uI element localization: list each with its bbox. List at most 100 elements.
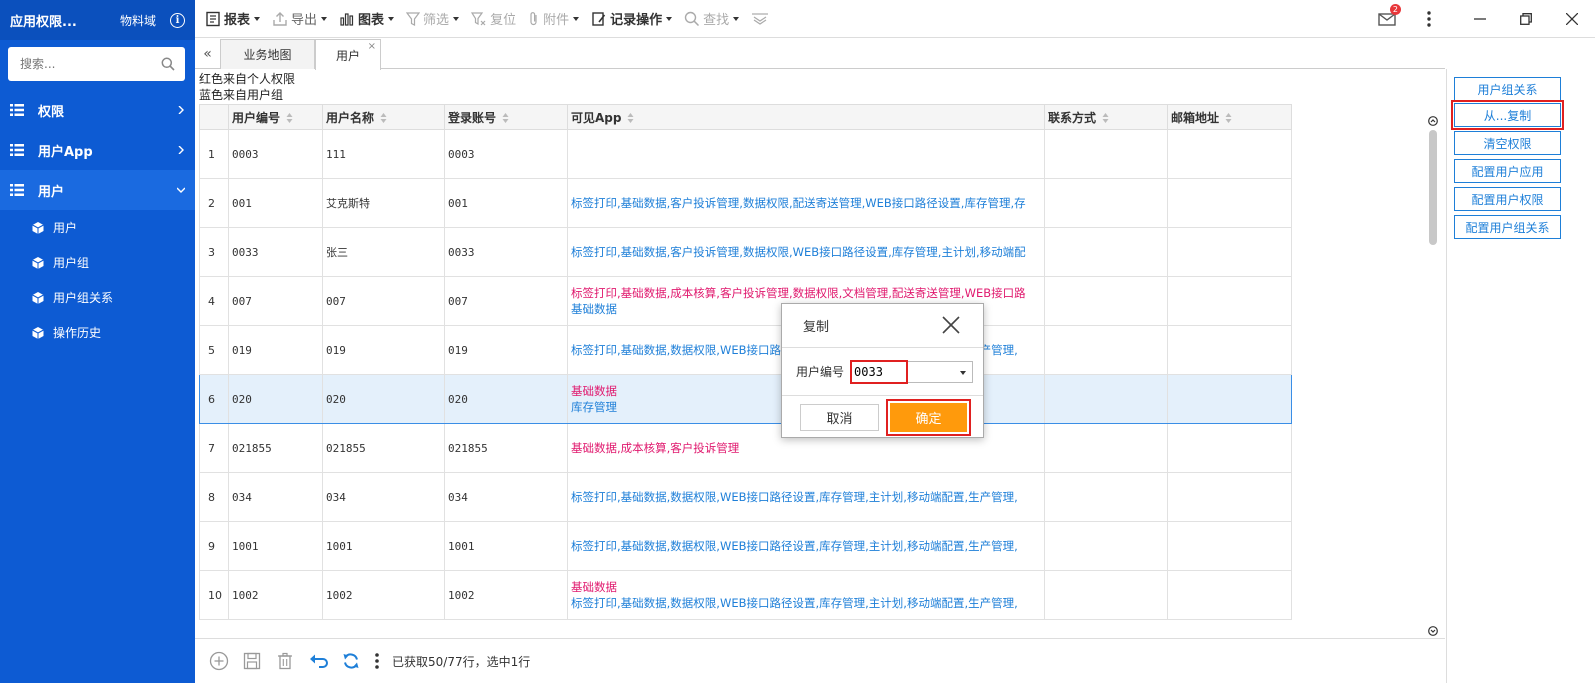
visible-apps-cell[interactable]: 标签打印,基础数据,客户投诉管理,数据权限,WEB接口路径设置,库存管理,主计划…	[567, 227, 1045, 277]
email-cell[interactable]	[1167, 472, 1292, 522]
contact-cell[interactable]	[1044, 570, 1168, 620]
nav-item-users[interactable]: 用户	[0, 170, 195, 210]
user-code-cell[interactable]: 034	[228, 472, 323, 522]
login-account-cell[interactable]: 1001	[444, 521, 568, 571]
visible-apps-cell[interactable]: 标签打印,基础数据,数据权限,WEB接口路径设置,库存管理,主计划,移动端配置,…	[567, 472, 1045, 522]
find-button[interactable]: 查找	[678, 0, 745, 38]
add-icon[interactable]	[209, 651, 229, 671]
login-account-cell[interactable]: 0003	[444, 129, 568, 179]
attachment-button[interactable]: 附件	[522, 0, 585, 38]
more-button[interactable]	[1419, 0, 1439, 38]
login-account-cell[interactable]: 1002	[444, 570, 568, 620]
table-row[interactable]: 1 0003 111 0003	[199, 129, 1292, 179]
visible-apps-cell[interactable]	[567, 129, 1045, 179]
config-user-apps-button[interactable]: 配置用户应用	[1454, 159, 1561, 183]
row-index-cell[interactable]: 6	[199, 374, 229, 424]
user-name-cell[interactable]: 111	[322, 129, 445, 179]
domain-label[interactable]: 物料域	[120, 12, 156, 29]
sidebar-item-operation-history[interactable]: 操作历史	[0, 315, 195, 350]
mail-button[interactable]: 2	[1377, 4, 1401, 29]
login-account-cell[interactable]: 021855	[444, 423, 568, 473]
user-name-cell[interactable]: 034	[322, 472, 445, 522]
visible-apps-cell[interactable]: 标签打印,基础数据,客户投诉管理,数据权限,配送寄送管理,WEB接口路径设置,库…	[567, 178, 1045, 228]
table-row[interactable]: 8 034 034 034 标签打印,基础数据,数据权限,WEB接口路径设置,库存管理,…	[199, 472, 1292, 522]
col-header-apps[interactable]: 可见App	[567, 104, 1045, 130]
table-row[interactable]: 2 001 艾克斯特 001 标签打印,基础数据,客户投诉管理,数据权限,配送寄送管理,…	[199, 178, 1292, 228]
close-window-button[interactable]	[1549, 0, 1595, 38]
sort-icon[interactable]	[380, 112, 387, 124]
sidebar-item-user-group[interactable]: 用户组	[0, 245, 195, 280]
nav-item-user-app[interactable]: 用户App	[0, 130, 195, 170]
grid-scrollbar[interactable]	[1427, 114, 1439, 638]
table-row[interactable]: 9 1001 1001 1001 标签打印,基础数据,数据权限,WEB接口路径设置,库存…	[199, 521, 1292, 571]
confirm-button[interactable]: 确定	[886, 398, 971, 436]
sidebar-item-user[interactable]: 用户	[0, 210, 195, 245]
visible-apps-cell[interactable]: 标签打印,基础数据,数据权限,WEB接口路径设置,库存管理,主计划,移动端配置,…	[567, 521, 1045, 571]
save-icon[interactable]	[242, 651, 262, 671]
row-index-cell[interactable]: 1	[199, 129, 229, 179]
search-input[interactable]	[8, 47, 185, 81]
contact-cell[interactable]	[1044, 276, 1168, 326]
record-ops-button[interactable]: 记录操作	[585, 0, 678, 38]
sort-icon[interactable]	[286, 112, 293, 124]
user-name-cell[interactable]: 艾克斯特	[322, 178, 445, 228]
contact-cell[interactable]	[1044, 129, 1168, 179]
email-cell[interactable]	[1167, 178, 1292, 228]
nav-item-permissions[interactable]: 权限	[0, 90, 195, 130]
collapse-sidebar-button[interactable]: «	[195, 39, 220, 69]
user-code-cell[interactable]: 001	[228, 178, 323, 228]
contact-cell[interactable]	[1044, 472, 1168, 522]
col-header-name[interactable]: 用户名称	[322, 104, 445, 130]
delete-icon[interactable]	[275, 651, 295, 671]
sort-icon[interactable]	[1102, 112, 1109, 124]
export-button[interactable]: 导出	[266, 0, 333, 38]
user-group-relation-button[interactable]: 用户组关系	[1454, 77, 1561, 101]
user-code-cell[interactable]: 0003	[228, 129, 323, 179]
contact-cell[interactable]	[1044, 227, 1168, 277]
email-cell[interactable]	[1167, 521, 1292, 571]
row-index-cell[interactable]: 7	[199, 423, 229, 473]
user-name-cell[interactable]: 张三	[322, 227, 445, 277]
user-name-cell[interactable]: 1001	[322, 521, 445, 571]
filter-button[interactable]: 筛选	[400, 0, 465, 38]
more-vertical-icon[interactable]	[374, 651, 380, 671]
user-code-cell[interactable]: 0033	[228, 227, 323, 277]
sort-icon[interactable]	[1225, 112, 1232, 124]
tab-close-icon[interactable]: ×	[368, 41, 376, 52]
clear-permissions-button[interactable]: 清空权限	[1454, 131, 1561, 155]
undo-icon[interactable]	[308, 651, 328, 671]
contact-cell[interactable]	[1044, 374, 1168, 424]
tab-business-map[interactable]: 业务地图	[220, 39, 315, 69]
contact-cell[interactable]	[1044, 178, 1168, 228]
user-code-cell[interactable]: 1001	[228, 521, 323, 571]
col-header-login[interactable]: 登录账号	[444, 104, 568, 130]
email-cell[interactable]	[1167, 276, 1292, 326]
chart-button[interactable]: 图表	[333, 0, 400, 38]
scroll-up-icon[interactable]	[1428, 116, 1438, 126]
col-header-email[interactable]: 邮箱地址	[1167, 104, 1292, 130]
user-code-input[interactable]: 0033	[850, 359, 909, 384]
sidebar-item-user-group-relation[interactable]: 用户组关系	[0, 280, 195, 315]
contact-cell[interactable]	[1044, 423, 1168, 473]
scroll-down-icon[interactable]	[1428, 626, 1438, 636]
email-cell[interactable]	[1167, 325, 1292, 375]
close-icon[interactable]	[941, 315, 961, 335]
login-account-cell[interactable]: 019	[444, 325, 568, 375]
user-code-cell[interactable]: 007	[228, 276, 323, 326]
row-index-cell[interactable]: 5	[199, 325, 229, 375]
email-cell[interactable]	[1167, 227, 1292, 277]
row-index-cell[interactable]: 8	[199, 472, 229, 522]
cancel-button[interactable]: 取消	[800, 403, 879, 431]
row-index-cell[interactable]: 2	[199, 178, 229, 228]
sort-icon[interactable]	[627, 112, 634, 124]
tab-users[interactable]: 用户 ×	[315, 39, 381, 70]
table-row[interactable]: 5019019019标签打印,基础数据,数据权限,WEB接口路径设置,库存管理,…	[199, 325, 1292, 375]
user-name-cell[interactable]: 020	[322, 374, 445, 424]
search-icon[interactable]	[161, 57, 175, 71]
user-code-cell[interactable]: 1002	[228, 570, 323, 620]
table-row[interactable]: 4 007 007 007 标签打印,基础数据,成本核算,客户投诉管理,数据权限,文档管…	[199, 276, 1292, 326]
email-cell[interactable]	[1167, 423, 1292, 473]
table-row[interactable]: 6 020 020 020 基础数据 库存管理	[199, 374, 1292, 424]
login-account-cell[interactable]: 0033	[444, 227, 568, 277]
login-account-cell[interactable]: 001	[444, 178, 568, 228]
